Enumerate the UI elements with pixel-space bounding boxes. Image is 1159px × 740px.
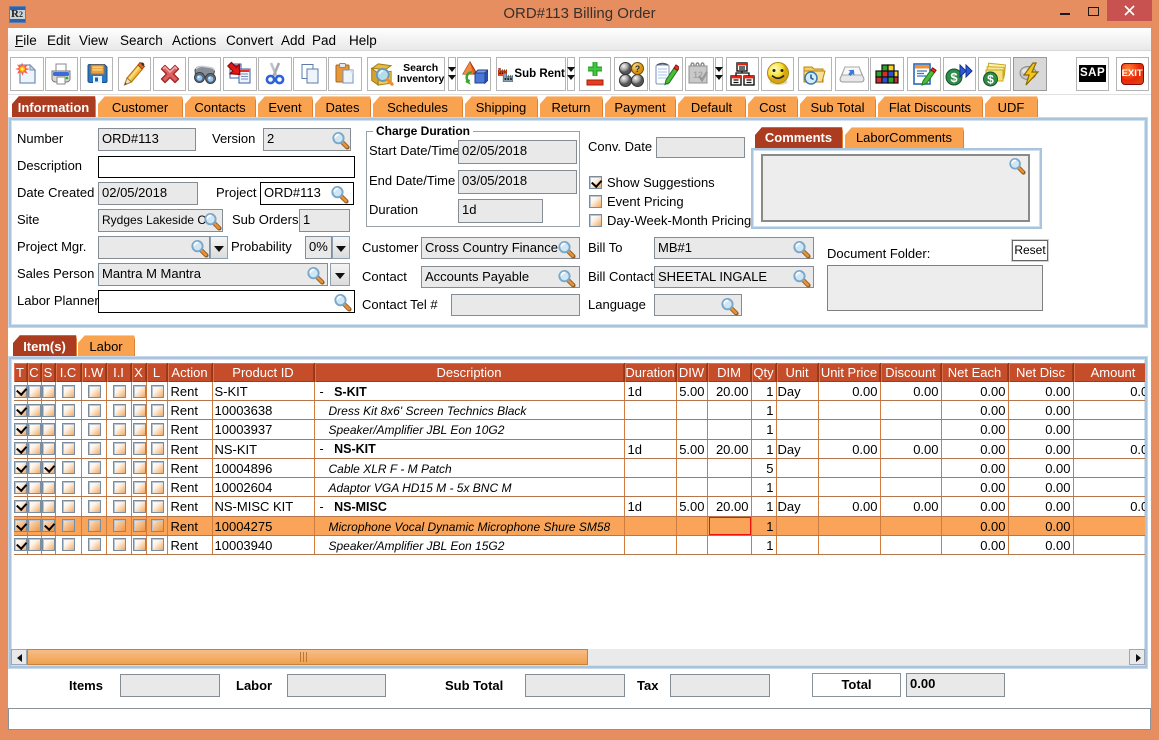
svg-text:?: ? bbox=[635, 64, 641, 74]
svg-text:$: $ bbox=[987, 72, 994, 86]
svg-text:$: $ bbox=[951, 70, 959, 85]
